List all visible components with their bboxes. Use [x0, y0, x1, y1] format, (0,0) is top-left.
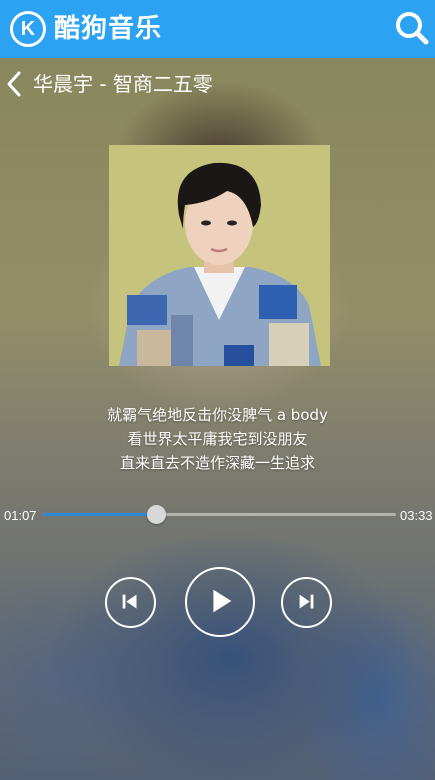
play-icon — [213, 589, 232, 613]
chevron-left-icon — [7, 71, 21, 97]
artist-portrait — [109, 145, 330, 366]
search-button[interactable] — [393, 9, 431, 47]
next-button[interactable] — [281, 577, 332, 628]
lyric-line: 看世界太平庸我宅到没朋友 — [127, 430, 308, 448]
progress-fill — [43, 513, 156, 516]
app-title: 酷狗音乐 — [54, 14, 163, 44]
skip-next-icon — [299, 594, 314, 609]
progress-bar[interactable] — [43, 505, 396, 524]
back-button[interactable] — [2, 68, 26, 100]
kugou-logo[interactable]: K — [10, 11, 46, 47]
lyric-line: 直来直去不造作深藏一生追求 — [119, 454, 315, 472]
skip-previous-icon — [122, 594, 137, 609]
lyric-line: 就霸气绝地反击你没脾气 a body — [107, 406, 328, 424]
album-cover — [109, 145, 330, 366]
song-title: 华晨宇 - 智商二五零 — [33, 72, 213, 96]
search-icon — [396, 12, 429, 45]
play-button[interactable] — [185, 567, 255, 637]
logo-letter: K — [20, 18, 36, 40]
progress-thumb[interactable] — [146, 505, 166, 524]
previous-button[interactable] — [105, 577, 156, 628]
total-time: 03:33 — [400, 508, 433, 523]
app-header: K 酷狗音乐 — [0, 0, 435, 58]
current-time: 01:07 — [4, 508, 37, 523]
lyrics-panel: 就霸气绝地反击你没脾气 a body 看世界太平庸我宅到没朋友 直来直去不造作深… — [0, 403, 435, 475]
